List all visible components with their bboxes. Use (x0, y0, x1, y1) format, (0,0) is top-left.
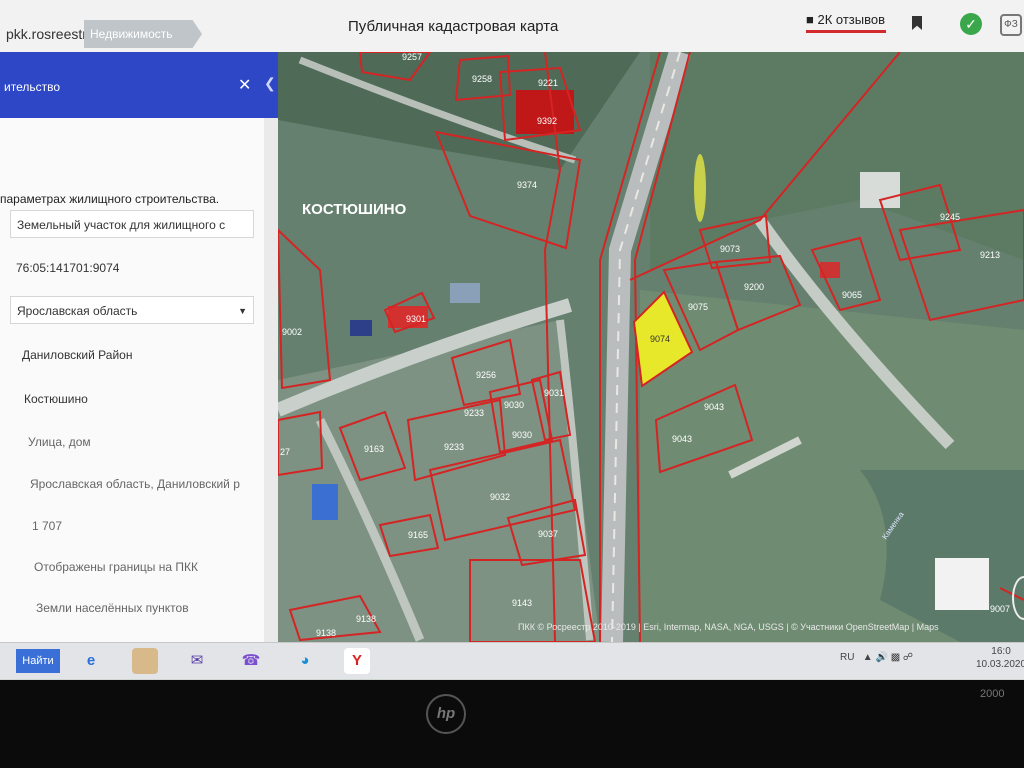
district-value: Даниловский Район (22, 348, 133, 362)
land-category: Земли населённых пунктов (36, 601, 189, 615)
parcel-label: 9043 (672, 434, 692, 444)
boundary-status: Отображены границы на ПКК (34, 560, 199, 574)
parcel-label: 9037 (538, 529, 558, 539)
folder-icon[interactable] (132, 648, 158, 674)
parcel-label: 9030 (512, 430, 532, 440)
model-number: 2000 (980, 688, 1005, 700)
parcel-label: 9138 (316, 628, 336, 638)
taskbar-search-button[interactable]: Найти (16, 649, 60, 673)
system-tray: RU ▲ 🔊 ▩ ☍ (840, 652, 913, 663)
parcel-label: 9043 (704, 402, 724, 412)
viber-icon[interactable]: ☎ (238, 648, 264, 674)
region-select[interactable]: Ярославская область ▼ (10, 296, 254, 324)
language-indicator[interactable]: RU (840, 652, 854, 663)
parcel-label: 9200 (744, 282, 764, 292)
bookmark-icon[interactable] (912, 16, 922, 30)
ie-browser-icon[interactable]: e (78, 648, 104, 674)
parcel-label: 9002 (282, 327, 302, 337)
reviews-link[interactable]: ■ 2К отзывов (806, 12, 885, 27)
panel-title: ительство (4, 80, 61, 94)
cadastral-map[interactable]: 9257 9258 9221 9392 9374 9073 9245 9213 … (278, 52, 1024, 642)
parcel-label: 9233 (444, 442, 464, 452)
village-label: КОСТЮШИНО (302, 201, 407, 218)
parcel-label: 9245 (940, 212, 960, 222)
breadcrumb-chip[interactable]: Недвижимость (84, 20, 202, 48)
clock-date: 10.03.2020 (976, 659, 1024, 670)
panel-header: ительство ✕ ❮ (0, 52, 278, 118)
parcel-label: 9138 (356, 614, 376, 624)
page-title: Публичная кадастровая карта (348, 18, 559, 35)
parcel-label: 27 (280, 447, 290, 457)
parcel-label: 9143 (512, 598, 532, 608)
parcel-label: 9032 (490, 492, 510, 502)
parcel-label: 9065 (842, 290, 862, 300)
mail-icon[interactable]: ✉ (184, 648, 210, 674)
parcel-label: 9165 (408, 530, 428, 540)
chat-icon: ■ (806, 12, 814, 27)
cadastral-number: 76:05:141701:9074 (16, 261, 120, 275)
parcel-label: 9163 (364, 444, 384, 454)
map-canvas: 9257 9258 9221 9392 9374 9073 9245 9213 … (278, 52, 1024, 642)
parcel-label: 9031 (544, 388, 564, 398)
map-attribution: ПКК © Росреестр 2010-2019 | Esri, Interm… (518, 622, 939, 632)
area-value: 1 707 (32, 519, 63, 533)
protect-check-icon[interactable]: ✓ (960, 13, 982, 35)
parcel-label: 9030 (504, 400, 524, 410)
parcel-label: 9392 (537, 116, 557, 126)
browser-toolbar: pkk.rosreestr.ru Недвижимость Публичная … (0, 0, 1024, 53)
taskbar: Найти e ✉ ☎ ◕ Y RU ▲ 🔊 ▩ ☍ 16:0 10.03.20… (0, 642, 1024, 679)
yandex-browser-icon[interactable]: Y (344, 648, 370, 674)
parcel-label: 9213 (980, 250, 1000, 260)
panel-scrollbar[interactable] (264, 118, 278, 642)
clock-time: 16:0 (991, 646, 1011, 657)
region-select-value: Ярославская область (17, 304, 138, 318)
taskbar-clock[interactable]: 16:0 10.03.2020 (976, 645, 1024, 671)
parcel-label: 9007 (990, 604, 1010, 614)
parcel-label: 9374 (517, 180, 537, 190)
parcel-label: 9233 (464, 408, 484, 418)
reviews-underline (806, 30, 886, 33)
land-type-field[interactable]: Земельный участок для жилищного с (10, 210, 254, 238)
parcel-label: 9256 (476, 370, 496, 380)
parcel-label: 9258 (472, 74, 492, 84)
street-house-value: Улица, дом (28, 435, 91, 449)
screen: pkk.rosreestr.ru Недвижимость Публичная … (0, 0, 1024, 680)
tray-icons: ▲ 🔊 ▩ ☍ (857, 652, 914, 663)
close-icon[interactable]: ✕ (238, 75, 251, 95)
edge-browser-icon[interactable]: ◕ (292, 648, 318, 674)
parcel-label: 9073 (720, 244, 740, 254)
address-value: Ярославская область, Даниловский р (30, 477, 240, 491)
parcel-label: 9074 (650, 334, 670, 344)
extension-icon[interactable]: ФЗ (1000, 14, 1022, 36)
section-heading: параметрах жилищного строительства. (0, 192, 220, 206)
parcel-label: 9075 (688, 302, 708, 312)
hp-logo: hp (426, 694, 466, 734)
collapse-panel-icon[interactable]: ❮ (264, 75, 276, 92)
parcel-label: 9221 (538, 78, 558, 88)
chevron-down-icon: ▼ (238, 306, 247, 316)
parcel-label: 9301 (406, 314, 426, 324)
locality-value: Костюшино (24, 392, 88, 406)
parcel-label: 9257 (402, 52, 422, 62)
reviews-label: 2К отзывов (817, 12, 885, 27)
